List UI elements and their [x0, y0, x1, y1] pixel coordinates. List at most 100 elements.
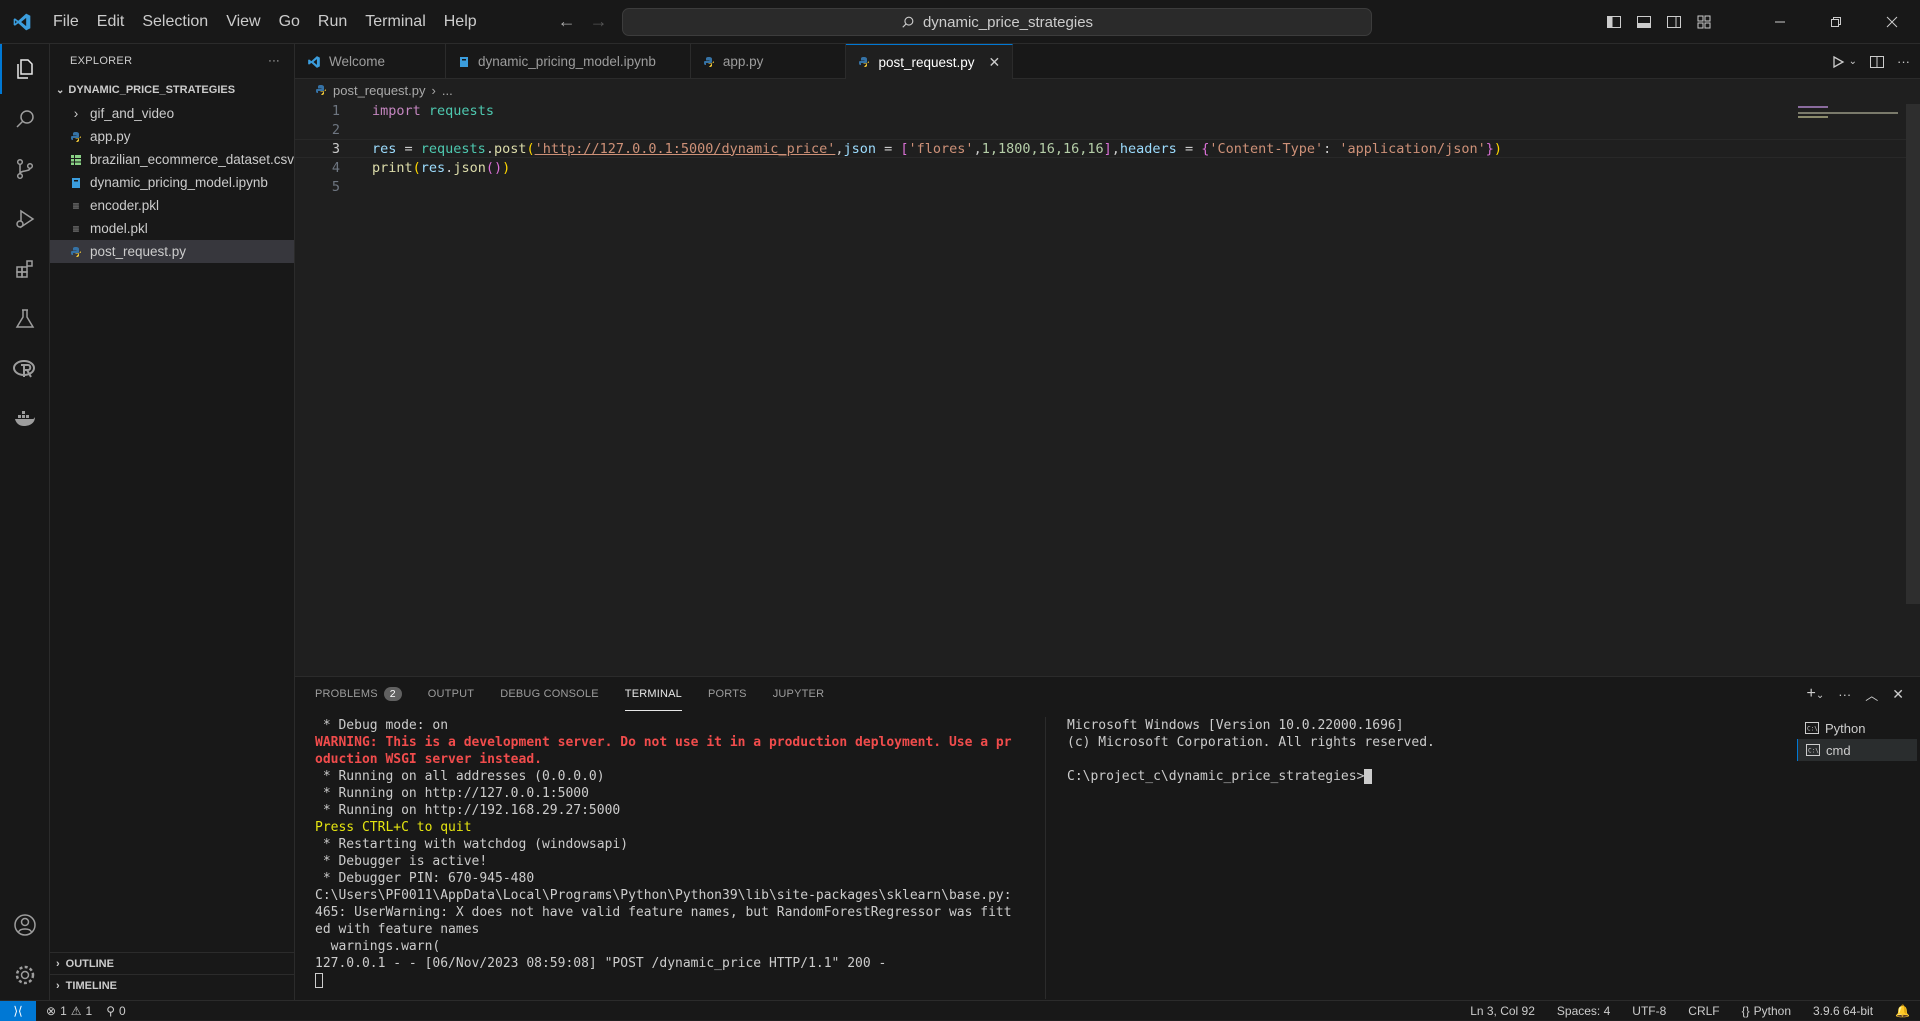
- breadcrumb-file[interactable]: post_request.py: [333, 83, 426, 98]
- tree-item-label: dynamic_pricing_model.ipynb: [90, 175, 268, 190]
- terminal-list-item-cmd[interactable]: C:\ cmd: [1797, 739, 1917, 761]
- testing-activity[interactable]: [0, 294, 50, 344]
- more-actions-icon[interactable]: ···: [1838, 687, 1851, 702]
- split-editor-icon[interactable]: [1869, 54, 1885, 70]
- search-icon: [902, 16, 914, 28]
- extensions-activity[interactable]: [0, 244, 50, 294]
- toggle-secondary-sidebar-icon[interactable]: [1666, 14, 1682, 30]
- menu-edit[interactable]: Edit: [88, 0, 134, 44]
- command-center-search[interactable]: dynamic_price_strategies: [622, 8, 1372, 36]
- tab-jupyter[interactable]: JUPYTER: [773, 677, 825, 711]
- line-number: 2: [331, 121, 340, 138]
- tab-ports[interactable]: PORTS: [708, 677, 747, 711]
- terminal-split-divider[interactable]: [1045, 717, 1046, 999]
- tree-item-encoder-pkl[interactable]: ≡ encoder.pkl: [50, 194, 294, 217]
- terminal-list-item-python[interactable]: C:\ Python: [1797, 717, 1917, 739]
- docker-activity[interactable]: [0, 394, 50, 444]
- menu-selection[interactable]: Selection: [133, 0, 217, 44]
- more-actions-icon[interactable]: ···: [268, 55, 280, 67]
- run-python-file-icon[interactable]: ⌄: [1831, 55, 1857, 69]
- run-debug-activity[interactable]: [0, 194, 50, 244]
- close-window-button[interactable]: [1864, 0, 1920, 44]
- language-mode[interactable]: {} Python: [1742, 1004, 1791, 1018]
- timeline-section[interactable]: › TIMELINE: [50, 974, 295, 996]
- tab-welcome[interactable]: Welcome: [295, 44, 447, 79]
- indentation[interactable]: Spaces: 4: [1557, 1004, 1610, 1018]
- encoding[interactable]: UTF-8: [1632, 1004, 1666, 1018]
- tab-problems[interactable]: PROBLEMS 2: [315, 677, 402, 711]
- workspace-folder[interactable]: ⌄ DYNAMIC_PRICE_STRATEGIES: [50, 78, 294, 102]
- tree-item-notebook[interactable]: dynamic_pricing_model.ipynb: [50, 171, 294, 194]
- tree-item-post-request-py[interactable]: post_request.py: [50, 240, 294, 263]
- code-line: 1 import requests: [295, 101, 1920, 120]
- tree-item-app-py[interactable]: app.py: [50, 125, 294, 148]
- tab-terminal[interactable]: TERMINAL: [624, 677, 682, 711]
- minimize-button[interactable]: [1752, 0, 1808, 44]
- back-arrow-icon[interactable]: ←: [558, 11, 576, 32]
- python-file-icon: [68, 131, 84, 143]
- menu-go[interactable]: Go: [270, 0, 309, 44]
- end-of-line[interactable]: CRLF: [1688, 1004, 1719, 1018]
- restore-icon: [1831, 17, 1841, 27]
- activity-bottom: [0, 900, 50, 1000]
- cursor-position[interactable]: Ln 3, Col 92: [1470, 1004, 1535, 1018]
- minimap[interactable]: [1798, 104, 1908, 124]
- ports-status[interactable]: ⚲ 0: [106, 1004, 125, 1018]
- outline-section[interactable]: › OUTLINE: [50, 952, 295, 974]
- search-activity[interactable]: [0, 94, 50, 144]
- menu-view[interactable]: View: [217, 0, 269, 44]
- tab-output[interactable]: OUTPUT: [428, 677, 474, 711]
- toggle-panel-icon[interactable]: [1636, 14, 1652, 30]
- forward-arrow-icon[interactable]: →: [590, 11, 608, 32]
- code-editor[interactable]: 1 import requests 2 3 res = requests.pos…: [295, 101, 1920, 196]
- warning-icon: ⚠: [70, 1003, 82, 1018]
- toggle-primary-sidebar-icon[interactable]: [1606, 14, 1622, 30]
- code-line: 5: [295, 177, 1920, 196]
- close-tab-icon[interactable]: ✕: [989, 54, 1001, 71]
- manage-activity[interactable]: [0, 950, 50, 1000]
- tab-post-request-py[interactable]: post_request.py ✕: [846, 44, 1014, 79]
- restore-button[interactable]: [1808, 0, 1864, 44]
- editor-scrollbar[interactable]: [1906, 104, 1920, 604]
- tree-item-model-pkl[interactable]: ≡ model.pkl: [50, 217, 294, 240]
- python-interpreter[interactable]: 3.9.6 64-bit: [1813, 1004, 1873, 1018]
- menu-help[interactable]: Help: [435, 0, 486, 44]
- tree-item-gif-and-video[interactable]: › gif_and_video: [50, 102, 294, 125]
- maximize-panel-icon[interactable]: ︿: [1865, 685, 1878, 704]
- menu-run[interactable]: Run: [309, 0, 356, 44]
- r-activity[interactable]: [0, 344, 50, 394]
- more-actions-icon[interactable]: ···: [1897, 54, 1910, 69]
- files-icon: [17, 59, 33, 79]
- python-file-icon: [68, 246, 84, 258]
- breadcrumb-symbol[interactable]: ...: [442, 83, 453, 98]
- remote-indicator[interactable]: ⟩⟨: [0, 1000, 36, 1021]
- editor-actions: ⌄ ···: [1831, 44, 1910, 79]
- tree-item-csv[interactable]: brazilian_ecommerce_dataset.csv: [50, 148, 294, 171]
- docker-icon: [15, 411, 35, 426]
- close-panel-icon[interactable]: ✕: [1892, 686, 1904, 703]
- explorer-activity[interactable]: [0, 44, 50, 94]
- explorer-title: EXPLORER: [70, 55, 133, 67]
- layout-controls: [1606, 14, 1712, 30]
- tab-debug-console[interactable]: DEBUG CONSOLE: [500, 677, 599, 711]
- python-file-icon: [316, 85, 326, 95]
- tree-item-label: brazilian_ecommerce_dataset.csv: [89, 152, 294, 167]
- tab-app-py[interactable]: app.py: [691, 44, 847, 79]
- terminal-python[interactable]: * Debug mode: on WARNING: This is a devel…: [315, 717, 1051, 989]
- chevron-down-icon: ⌄: [56, 84, 65, 96]
- problems-status[interactable]: ⊗ 1 ⚠ 1: [46, 1004, 92, 1018]
- new-terminal-icon[interactable]: +⌄: [1807, 685, 1825, 703]
- tab-notebook[interactable]: dynamic_pricing_model.ipynb: [446, 44, 691, 79]
- notifications-bell-icon[interactable]: 🔔: [1895, 1004, 1910, 1018]
- menu-terminal[interactable]: Terminal: [356, 0, 434, 44]
- source-control-activity[interactable]: [0, 144, 50, 194]
- accounts-activity[interactable]: [0, 900, 50, 950]
- terminal-icon: C:\: [1805, 722, 1819, 734]
- customize-layout-icon[interactable]: [1696, 14, 1712, 30]
- terminal-cmd[interactable]: Microsoft Windows [Version 10.0.22000.16…: [1067, 717, 1647, 785]
- menu-file[interactable]: File: [44, 0, 88, 44]
- antenna-icon: ⚲: [106, 1003, 115, 1018]
- activity-bar: [0, 44, 50, 1000]
- editor-area: Welcome dynamic_pricing_model.ipynb app.…: [295, 44, 1920, 676]
- code-text: res = requests.post('http://127.0.0.1:50…: [372, 140, 1502, 157]
